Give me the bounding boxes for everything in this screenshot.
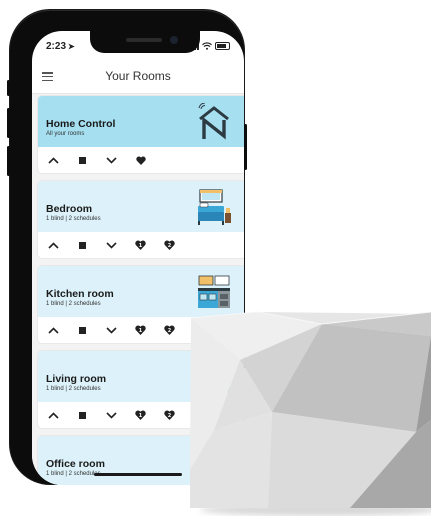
home-indicator [94, 473, 182, 476]
wifi-icon [202, 42, 212, 50]
battery-icon [215, 42, 230, 50]
status-time-text: 2:23 [46, 41, 67, 52]
bridge-device [0, 0, 431, 516]
front-camera [170, 36, 178, 44]
status-time: 2:23 ➤ [46, 41, 75, 52]
product-scene: 2:23 ➤ Your Rooms Home Control All your … [0, 0, 431, 516]
phone-notch [90, 31, 200, 53]
speaker-grille [126, 38, 162, 42]
faceted-hub-device-illustration [190, 311, 431, 516]
location-arrow-icon: ➤ [68, 42, 75, 51]
